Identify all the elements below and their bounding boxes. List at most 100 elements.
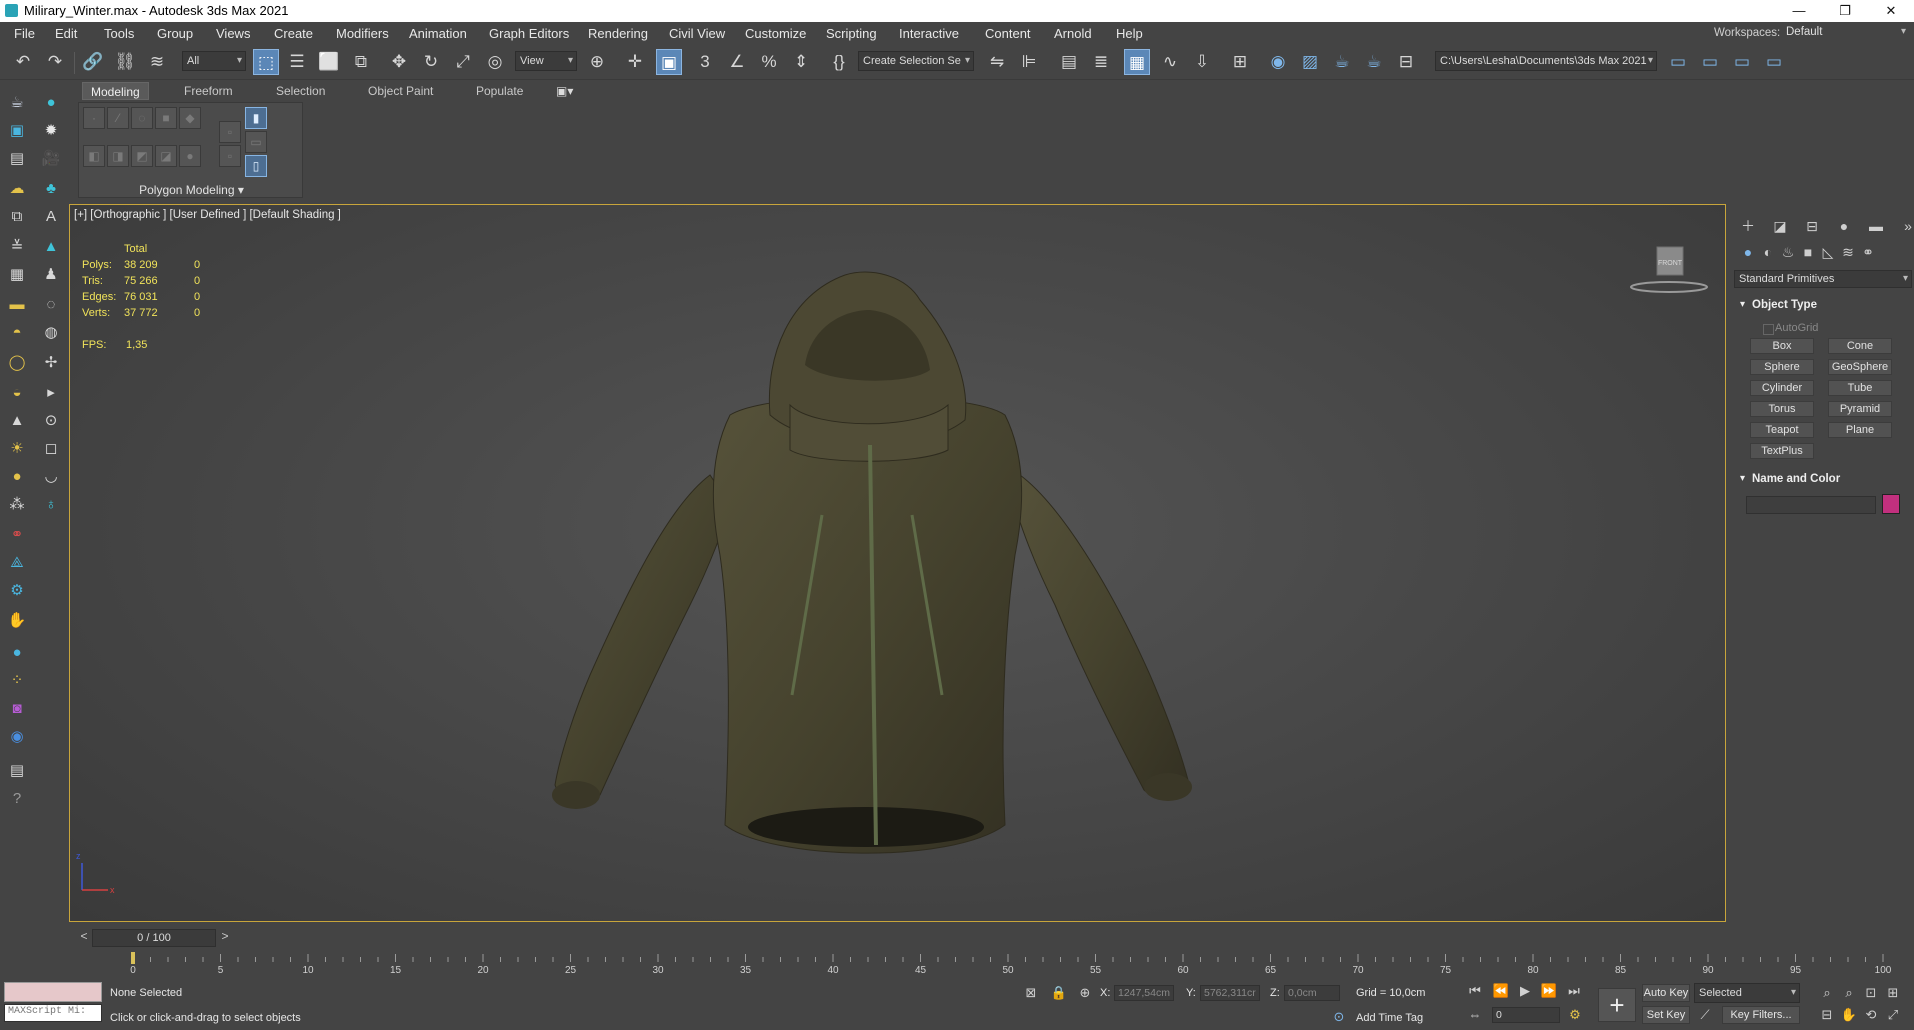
- time-slider[interactable]: 0 / 100: [92, 929, 216, 947]
- menu-content[interactable]: Content: [985, 26, 1031, 41]
- camera-icon[interactable]: ▣: [6, 120, 28, 142]
- viewport-orthographic[interactable]: [+] [Orthographic ] [User Defined ] [Def…: [69, 204, 1726, 922]
- render-icon[interactable]: ☕: [1361, 49, 1387, 75]
- tab-freeform[interactable]: Freeform: [184, 82, 233, 100]
- bind-space-warp-icon[interactable]: ≋: [144, 49, 170, 75]
- helpers-icon[interactable]: ◺: [1818, 242, 1838, 262]
- snap-3d-icon[interactable]: 3: [692, 49, 718, 75]
- timeline-prev-button[interactable]: <: [77, 929, 91, 947]
- cone-button[interactable]: Cone: [1828, 338, 1892, 354]
- tube-button[interactable]: Tube: [1828, 380, 1892, 396]
- light-bulb-icon[interactable]: ●: [40, 92, 62, 114]
- polygon-modeling-dropdown[interactable]: Polygon Modeling ▾: [79, 183, 304, 197]
- help-icon[interactable]: ?: [6, 788, 28, 810]
- panel-icon[interactable]: ▬: [6, 294, 28, 316]
- spike-icon[interactable]: ▲: [40, 236, 62, 258]
- name-and-color-rollout[interactable]: Name and Color: [1734, 470, 1912, 488]
- spinner-snap-icon[interactable]: ⇕: [788, 49, 814, 75]
- show-end-icon[interactable]: ◩: [131, 145, 153, 167]
- gear-icon[interactable]: ⚙: [6, 580, 28, 602]
- selection-filter-dropdown[interactable]: All: [182, 51, 246, 71]
- layer-explorer-icon[interactable]: ≣: [1088, 49, 1114, 75]
- auto-key-button[interactable]: Auto Key: [1642, 984, 1690, 1002]
- dish-icon[interactable]: ◒: [6, 382, 28, 404]
- geosphere-button[interactable]: GeoSphere: [1828, 359, 1892, 375]
- cylinder-button[interactable]: Cylinder: [1750, 380, 1814, 396]
- field-of-view-icon[interactable]: ⊟: [1818, 1006, 1836, 1024]
- lock-selection-icon[interactable]: 🔒: [1050, 984, 1068, 1002]
- orbit-icon[interactable]: ⟲: [1862, 1006, 1880, 1024]
- workspaces-dropdown[interactable]: Default: [1784, 26, 1910, 42]
- menu-interactive[interactable]: Interactive: [899, 26, 959, 41]
- remove-modifier-icon[interactable]: ●: [179, 145, 201, 167]
- make-unique-icon[interactable]: ◪: [155, 145, 177, 167]
- render-setup-icon[interactable]: ▨: [1297, 49, 1323, 75]
- pyramid-button[interactable]: Pyramid: [1828, 401, 1892, 417]
- select-manipulate-icon[interactable]: ✛: [622, 49, 648, 75]
- set-key-big-button[interactable]: +: [1598, 988, 1636, 1022]
- stack-up-icon[interactable]: ◨: [107, 145, 129, 167]
- menu-animation[interactable]: Animation: [409, 26, 467, 41]
- tab-populate[interactable]: Populate: [476, 82, 523, 100]
- document-icon[interactable]: ▤: [6, 760, 28, 782]
- render-in-cloud-icon[interactable]: ⊟: [1393, 49, 1419, 75]
- align-icon[interactable]: ⊫: [1016, 49, 1042, 75]
- render-frame-icon[interactable]: ▤: [6, 148, 28, 170]
- menu-scripting[interactable]: Scripting: [826, 26, 877, 41]
- menu-create[interactable]: Create: [274, 26, 313, 41]
- menu-help[interactable]: Help: [1116, 26, 1143, 41]
- timeline-next-button[interactable]: >: [218, 929, 232, 947]
- blue-tool-icon[interactable]: ◉: [6, 726, 28, 748]
- project-settings-icon[interactable]: ▭: [1761, 49, 1787, 75]
- jacket-model[interactable]: z x: [70, 205, 1726, 922]
- sun-icon[interactable]: ✹: [40, 120, 62, 142]
- modify-tab-icon[interactable]: ◪: [1770, 216, 1790, 236]
- edge-mode-icon[interactable]: ⁄: [107, 107, 129, 129]
- undo-icon[interactable]: ↶: [10, 49, 36, 75]
- maximize-button[interactable]: ❐: [1822, 0, 1868, 22]
- go-to-start-icon[interactable]: ⏮: [1466, 982, 1484, 1000]
- teapot-button[interactable]: Teapot: [1750, 422, 1814, 438]
- scale-icon[interactable]: ⤢: [450, 49, 476, 75]
- project-folder-dropdown[interactable]: C:\Users\Lesha\Documents\3ds Max 2021: [1435, 51, 1657, 71]
- dope-sheet-icon[interactable]: ⇩: [1189, 49, 1215, 75]
- ribbon-toggle-icon[interactable]: ▦: [1124, 49, 1150, 75]
- object-type-rollout[interactable]: Object Type: [1734, 296, 1912, 314]
- key-tangents-icon[interactable]: ⟋: [1696, 1006, 1714, 1024]
- current-frame-field[interactable]: 0: [1492, 1007, 1560, 1023]
- menu-modifiers[interactable]: Modifiers: [336, 26, 389, 41]
- element-mode-icon[interactable]: ◆: [179, 107, 201, 129]
- globe-icon[interactable]: ●: [6, 642, 28, 664]
- toggle-scene-explorer-icon[interactable]: ▤: [1056, 49, 1082, 75]
- angle-snap-icon[interactable]: ∠: [724, 49, 750, 75]
- sphere-light-icon[interactable]: ◯: [6, 352, 28, 374]
- menu-arnold[interactable]: Arnold: [1054, 26, 1092, 41]
- tab-object-paint[interactable]: Object Paint: [368, 82, 433, 100]
- video-camera-icon[interactable]: 🎥: [40, 148, 62, 170]
- set-key-button[interactable]: Set Key: [1642, 1006, 1690, 1024]
- hierarchy-tab-icon[interactable]: ⊟: [1802, 216, 1822, 236]
- magenta-tool-icon[interactable]: ◙: [6, 698, 28, 720]
- key-filters-button[interactable]: Key Filters...: [1722, 1006, 1800, 1024]
- network-icon[interactable]: ⧉: [6, 206, 28, 228]
- unlink-icon[interactable]: ⛓: [112, 49, 138, 75]
- rect-selection-icon[interactable]: ⬜: [316, 49, 342, 75]
- ball-icon[interactable]: ●: [6, 466, 28, 488]
- systems-icon[interactable]: ⚭: [1858, 242, 1878, 262]
- edit-poly-mode-icon[interactable]: ▫: [219, 121, 241, 143]
- zoom-all-icon[interactable]: ⌕: [1840, 984, 1858, 1002]
- box-button[interactable]: Box: [1750, 338, 1814, 354]
- redo-icon[interactable]: ↷: [42, 49, 68, 75]
- grid-icon[interactable]: ▦: [6, 264, 28, 286]
- zoom-extents-all-icon[interactable]: ⊞: [1884, 984, 1902, 1002]
- select-by-name-icon[interactable]: ☰: [284, 49, 310, 75]
- hemisphere-icon[interactable]: ◓: [6, 322, 28, 344]
- rotate-icon[interactable]: ↻: [418, 49, 444, 75]
- maxscript-mini-listener[interactable]: MAXScript Mi:: [4, 1004, 102, 1022]
- motion-tab-icon[interactable]: ●: [1834, 216, 1854, 236]
- percent-snap-icon[interactable]: %: [756, 49, 782, 75]
- material-editor-icon[interactable]: ◉: [1265, 49, 1291, 75]
- y-coordinate-field[interactable]: 5762,311cr: [1200, 985, 1260, 1001]
- torus-button[interactable]: Torus: [1750, 401, 1814, 417]
- menu-rendering[interactable]: Rendering: [588, 26, 648, 41]
